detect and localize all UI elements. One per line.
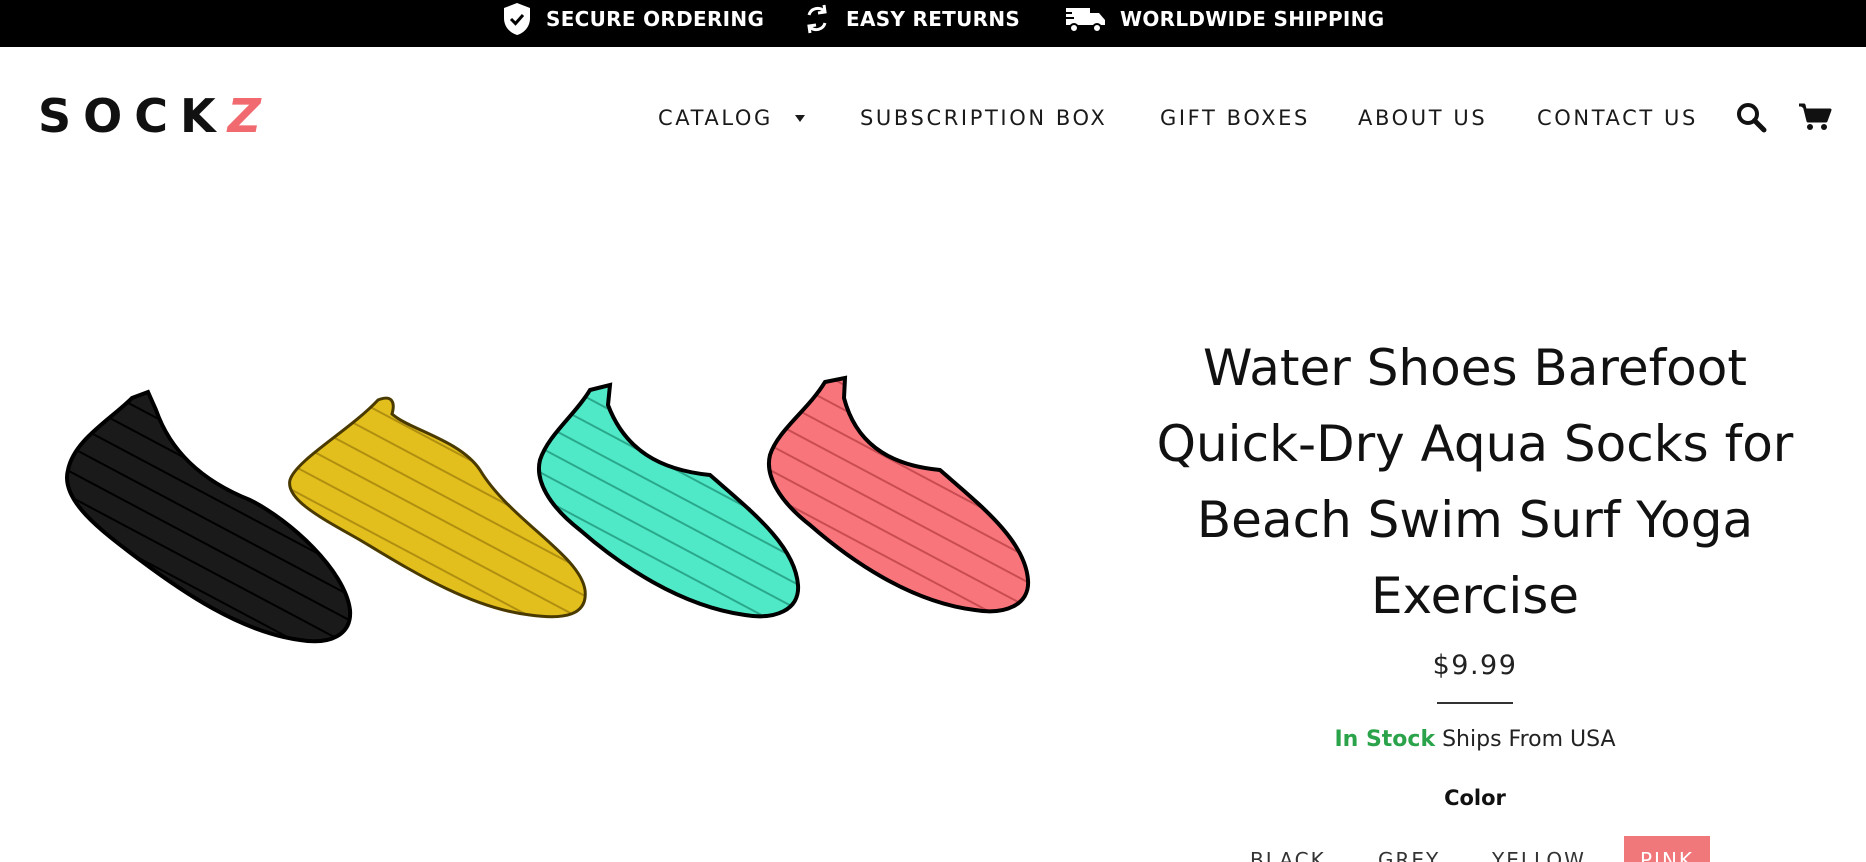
cart-icon[interactable] [1796, 98, 1834, 136]
nav-gift-boxes-label: GIFT BOXES [1160, 106, 1310, 130]
nav-about-us[interactable]: ABOUT US [1358, 106, 1487, 130]
swatch-yellow[interactable]: YELLOW [1476, 836, 1602, 862]
ships-from-label: Ships From USA [1442, 727, 1616, 752]
nav-subscription-box[interactable]: SUBSCRIPTION BOX [860, 106, 1107, 130]
search-icon[interactable] [1732, 98, 1770, 136]
nav-contact-us[interactable]: CONTACT US [1537, 106, 1698, 130]
secure-ordering-label: SECURE ORDERING [546, 7, 765, 31]
stock-status-line: In Stock Ships From USA [1140, 727, 1810, 752]
swatch-pink[interactable]: PINK [1624, 836, 1711, 862]
nav-catalog[interactable]: CATALOG [658, 106, 805, 130]
caret-down-icon [794, 114, 805, 122]
nav-catalog-label: CATALOG [658, 106, 773, 130]
worldwide-shipping-badge: WORLDWIDE SHIPPING [1064, 0, 1384, 38]
color-option-label: Color [1444, 786, 1506, 810]
nav-about-us-label: ABOUT US [1358, 106, 1488, 130]
nav-contact-us-label: CONTACT US [1537, 106, 1698, 130]
shield-check-icon [500, 2, 534, 36]
logo-text: SOCK [38, 89, 228, 143]
easy-returns-label: EASY RETURNS [846, 7, 1021, 31]
logo-accent: Z [227, 89, 261, 143]
product-title: Water Shoes Barefoot Quick-Dry Aqua Sock… [1156, 339, 1794, 625]
worldwide-shipping-label: WORLDWIDE SHIPPING [1120, 7, 1385, 31]
product-price: $9.99 [1432, 650, 1518, 681]
announcement-bar: SECURE ORDERING EASY RETURNS WORLDWIDE S… [0, 0, 1866, 47]
nav-subscription-box-label: SUBSCRIPTION BOX [860, 106, 1108, 130]
site-logo[interactable]: SOCK Z [38, 89, 261, 143]
truck-icon [1064, 2, 1108, 36]
product-image[interactable] [60, 370, 1060, 690]
easy-returns-badge: EASY RETURNS [800, 0, 1020, 38]
price-divider [1437, 702, 1513, 704]
secure-ordering-badge: SECURE ORDERING [500, 0, 764, 38]
black-shoe [64, 389, 353, 644]
in-stock-label: In Stock [1334, 727, 1436, 752]
swatch-black[interactable]: BLACK [1234, 836, 1342, 862]
swatch-grey[interactable]: GREY [1362, 836, 1456, 862]
refresh-icon [800, 2, 834, 36]
pink-shoe [767, 375, 1031, 614]
nav-gift-boxes[interactable]: GIFT BOXES [1160, 106, 1310, 130]
